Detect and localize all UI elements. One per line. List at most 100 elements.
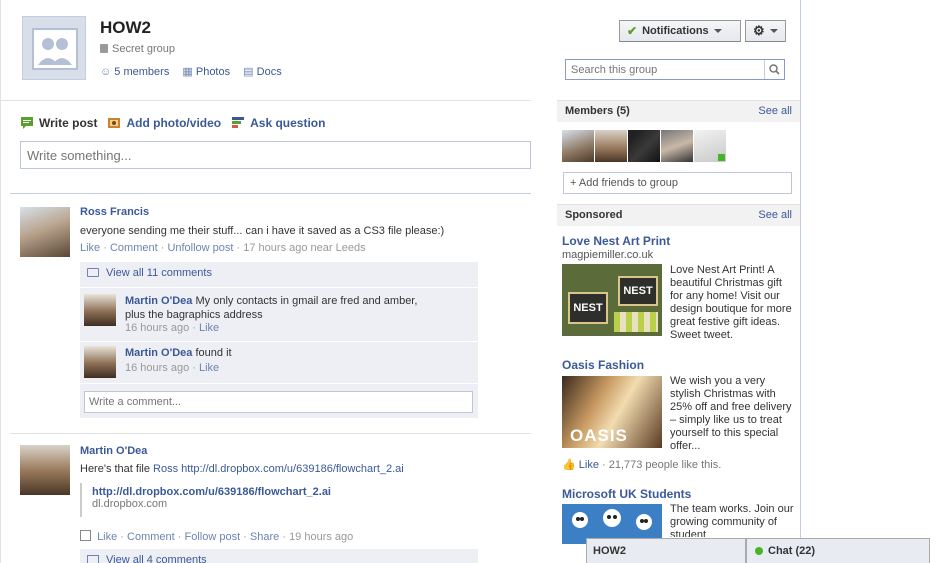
privacy-label: Secret group: [112, 43, 175, 55]
composer-divider: [10, 193, 531, 194]
comment-like-link[interactable]: Like: [199, 322, 219, 334]
ad-image[interactable]: NEST NEST: [562, 264, 662, 336]
ad-image-text: NEST: [568, 292, 608, 324]
link-attachment[interactable]: http://dl.dropbox.com/u/639186/flowchart…: [80, 483, 460, 517]
comment-body: Martin O'Dea found it: [125, 346, 232, 360]
story-message: everyone sending me their stuff... can i…: [80, 225, 445, 237]
docs-icon: ▤: [243, 66, 254, 78]
photo-icon: [108, 118, 121, 128]
story-author[interactable]: Martin O'Dea: [80, 445, 147, 457]
tab-ask-question[interactable]: Ask question: [231, 116, 325, 130]
comment-bubble-icon: [87, 268, 99, 277]
chat-tab-group[interactable]: HOW2: [586, 538, 746, 563]
attachment-domain: dl.dropbox.com: [92, 498, 168, 510]
chat-button[interactable]: Chat (22): [746, 538, 930, 563]
comment-meta: 16 hours ago · Like: [125, 322, 220, 334]
composer-tabs: Write post Add photo/video Ask question: [20, 116, 325, 130]
ad-title[interactable]: Microsoft UK Students: [562, 487, 691, 501]
notifications-button[interactable]: ✔ Notifications: [619, 20, 741, 42]
comment-text-cont: plus the bagraphics address: [125, 309, 263, 321]
comment-link[interactable]: Comment: [127, 531, 175, 543]
comment-text: My only contacts in gmail are fred and a…: [195, 295, 418, 307]
comment-meta: 16 hours ago · Like: [125, 362, 220, 374]
ad-image-text: OASIS: [570, 426, 628, 445]
members-icon: ☺: [100, 66, 112, 78]
tab-write-post[interactable]: Write post: [20, 116, 97, 130]
story-message: Here's that file Ross http://dl.dropbox.…: [80, 463, 404, 475]
avatar[interactable]: [84, 346, 116, 378]
gear-icon: ⚙: [753, 23, 765, 38]
members-title: Members (5): [565, 105, 630, 117]
content-left-border: [0, 0, 1, 563]
member-avatar[interactable]: [562, 130, 594, 162]
write-comment-input[interactable]: [85, 392, 472, 412]
write-something-input[interactable]: [21, 142, 530, 168]
ad-domain: magpiemiller.co.uk: [562, 249, 654, 261]
pencil-icon: [21, 117, 33, 129]
sponsored-see-all-link[interactable]: See all: [758, 209, 792, 221]
avatar[interactable]: [84, 294, 116, 326]
attachment-icon: [80, 530, 91, 541]
search-input[interactable]: [566, 60, 762, 79]
member-avatar[interactable]: [694, 130, 726, 162]
ad-image-decor: [614, 312, 658, 332]
ad-title[interactable]: Oasis Fashion: [562, 358, 644, 372]
story-author[interactable]: Ross Francis: [80, 206, 149, 218]
comment: Martin O'Dea My only contacts in gmail a…: [80, 288, 478, 342]
view-all-comments-link[interactable]: View all 11 comments: [106, 267, 212, 279]
members-link[interactable]: ☺ 5 members: [100, 66, 169, 78]
like-link[interactable]: Like: [80, 242, 100, 254]
ad-like-link[interactable]: Like: [579, 459, 599, 471]
members-see-all-link[interactable]: See all: [758, 105, 792, 117]
comment: Martin O'Dea found it 16 hours ago · Lik…: [80, 342, 478, 384]
chat-label: Chat: [768, 545, 793, 557]
add-friends-button[interactable]: + Add friends to group: [563, 172, 792, 194]
ad-image[interactable]: OASIS: [562, 376, 662, 448]
share-link[interactable]: Share: [250, 531, 279, 543]
comment-author[interactable]: Martin O'Dea: [125, 295, 192, 307]
ad-body: The team works. Join our growing communi…: [670, 503, 794, 537]
unfollow-link[interactable]: Unfollow post: [167, 242, 233, 254]
attachment-title[interactable]: http://dl.dropbox.com/u/639186/flowchart…: [92, 486, 460, 498]
sponsored-title: Sponsored: [565, 209, 623, 221]
avatar[interactable]: [20, 445, 70, 495]
follow-link[interactable]: Follow post: [185, 531, 241, 543]
thumbs-up-icon: 👍: [562, 459, 576, 471]
chat-tab-label: HOW2: [593, 545, 626, 557]
mention-link[interactable]: Ross: [153, 463, 178, 475]
ad-image-text: NEST: [618, 276, 658, 306]
file-link[interactable]: http://dl.dropbox.com/u/639186/flowchart…: [181, 463, 404, 475]
avatar[interactable]: [20, 207, 70, 257]
like-link[interactable]: Like: [97, 531, 117, 543]
member-avatar[interactable]: [595, 130, 627, 162]
story-timestamp: 19 hours ago: [289, 531, 354, 543]
search-button[interactable]: [764, 60, 784, 79]
photos-link[interactable]: ▦ Photos: [182, 66, 230, 78]
online-indicator: [718, 154, 725, 161]
ad-body: Love Nest Art Print! A beautiful Christm…: [670, 264, 792, 341]
chat-count: (22): [795, 545, 816, 557]
view-all-comments-row[interactable]: View all 11 comments: [80, 262, 478, 288]
member-avatar[interactable]: [661, 130, 693, 162]
story-divider: [10, 433, 531, 434]
comment-timestamp: 16 hours ago: [125, 362, 190, 374]
member-avatar[interactable]: [628, 130, 660, 162]
view-all-comments-link[interactable]: View all 4 comments: [106, 554, 207, 563]
story-timestamp: 17 hours ago near Leeds: [243, 242, 366, 254]
lock-icon: [100, 44, 108, 53]
group-picture[interactable]: [22, 16, 86, 80]
sponsored-header: Sponsored See all: [557, 204, 800, 226]
composer-box: [20, 141, 531, 169]
ad-title[interactable]: Love Nest Art Print: [562, 234, 670, 248]
chevron-down-icon: [713, 29, 722, 33]
content-right-border: [800, 0, 801, 563]
comment-like-link[interactable]: Like: [199, 362, 219, 374]
ad-like-count: · 21,773 people like this.: [602, 459, 722, 471]
members-header: Members (5) See all: [557, 100, 800, 122]
docs-link[interactable]: ▤ Docs: [243, 66, 282, 78]
comment-link[interactable]: Comment: [110, 242, 158, 254]
comment-author[interactable]: Martin O'Dea: [125, 347, 192, 359]
tab-add-photo[interactable]: Add photo/video: [107, 116, 221, 130]
comment-body: Martin O'Dea My only contacts in gmail a…: [125, 294, 470, 322]
settings-button[interactable]: ⚙: [745, 20, 786, 42]
